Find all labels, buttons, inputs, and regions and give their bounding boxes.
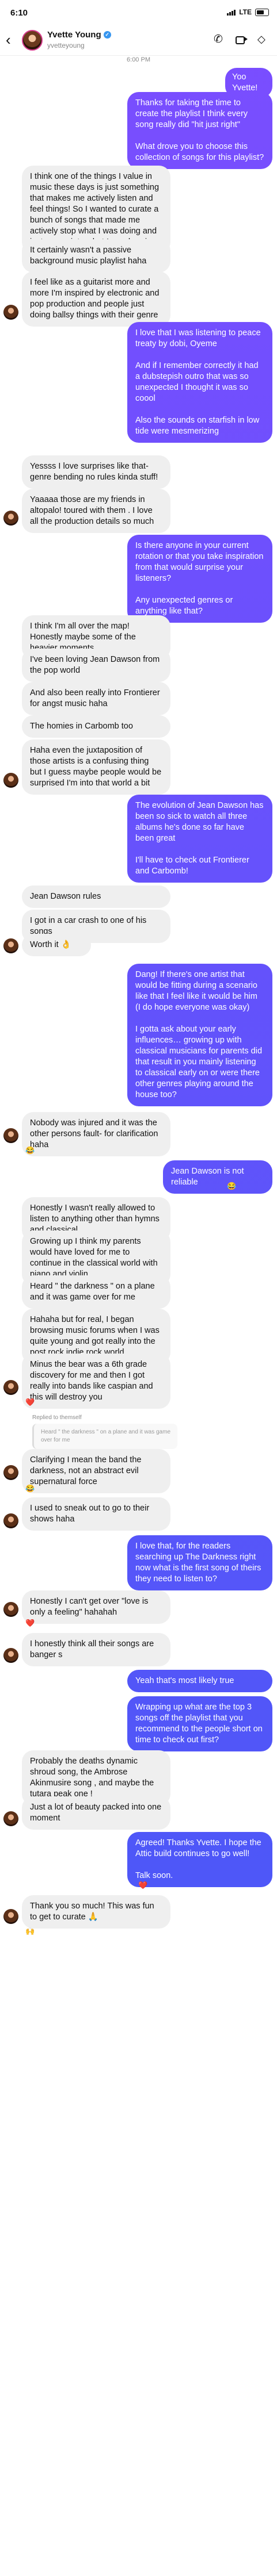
message-incoming[interactable]: I feel like as a guitarist more and more… <box>22 271 170 327</box>
avatar <box>3 1811 18 1826</box>
status-time: 6:10 <box>10 8 28 18</box>
message-incoming[interactable]: Thank you so much! This was fun to get t… <box>22 1895 170 1929</box>
back-icon[interactable]: ‹ <box>6 32 11 47</box>
message-outgoing[interactable]: I love that I was listening to peace tre… <box>127 322 272 443</box>
message-incoming[interactable]: Haha even the juxtaposition of those art… <box>22 739 170 795</box>
avatar <box>3 1648 18 1663</box>
message-incoming[interactable]: Yaaaaa those are my friends in altopalo!… <box>22 489 170 533</box>
message-incoming[interactable]: Just a lot of beauty packed into one mom… <box>22 1796 170 1830</box>
header-actions <box>214 33 269 45</box>
status-bar: 6:10 LTE <box>0 0 277 25</box>
message-incoming[interactable]: Worth it 👌 <box>22 934 91 956</box>
message-incoming[interactable]: Nobody was injured and it was the other … <box>22 1112 170 1156</box>
message-incoming[interactable]: It certainly wasn't a passive background… <box>22 239 170 273</box>
message-outgoing[interactable]: Wrapping up what are the top 3 songs off… <box>127 1696 272 1751</box>
message-incoming[interactable]: Heard " the darkness " on a plane and it… <box>22 1275 170 1309</box>
contact-name: Yvette Young <box>47 30 101 40</box>
reply-quote[interactable]: Heard " the darkness " on a plane and it… <box>32 1424 177 1449</box>
message-outgoing[interactable]: Yeah that's most likely true <box>127 1670 272 1692</box>
message-outgoing[interactable]: Jean Dawson is not reliable <box>163 1160 272 1194</box>
message-outgoing[interactable]: Thanks for taking the time to create the… <box>127 92 272 169</box>
message-incoming[interactable]: Minus the bear was a 6th grade discovery… <box>22 1354 170 1409</box>
signal-icon <box>227 9 236 16</box>
avatar <box>3 1380 18 1395</box>
message-incoming[interactable]: I honestly think all their songs are ban… <box>22 1633 170 1666</box>
message-incoming[interactable]: I've been loving Jean Dawson from the po… <box>22 649 170 682</box>
video-call-icon[interactable] <box>236 33 248 45</box>
contact-username: yvetteyoung <box>47 41 85 49</box>
message-outgoing[interactable]: Dang! If there's one artist that would b… <box>127 964 272 1106</box>
message-incoming[interactable]: Jean Dawson rules <box>22 885 170 908</box>
heart-reaction-icon[interactable]: ❤️ <box>25 1398 35 1406</box>
avatar <box>3 305 18 320</box>
phone-icon[interactable] <box>214 33 225 45</box>
avatar <box>3 1602 18 1617</box>
heart-reaction-icon[interactable]: ❤️ <box>138 1881 147 1889</box>
avatar <box>3 773 18 788</box>
timestamp: 6:00 PM <box>127 56 150 63</box>
laugh-reaction-icon[interactable]: 😂 <box>25 1485 35 1493</box>
message-incoming[interactable]: I used to sneak out to go to their shows… <box>22 1497 170 1531</box>
avatar <box>3 511 18 526</box>
battery-icon <box>255 8 269 16</box>
message-incoming[interactable]: And also been really into Frontierer for… <box>22 682 170 715</box>
avatar <box>3 938 18 953</box>
laugh-reaction-icon[interactable]: 😂 <box>227 1182 236 1190</box>
message-outgoing[interactable]: I love that, for the readers searching u… <box>127 1535 272 1590</box>
avatar <box>3 1465 18 1480</box>
message-outgoing[interactable]: Is there anyone in your current rotation… <box>127 535 272 623</box>
message-incoming[interactable]: Honestly I can't get over "love is only … <box>22 1590 170 1624</box>
laugh-reaction-icon[interactable]: 😂 <box>25 1147 35 1155</box>
message-incoming[interactable]: Clarifying I mean the band the darkness,… <box>22 1449 170 1493</box>
message-outgoing[interactable]: The evolution of Jean Dawson has been so… <box>127 795 272 883</box>
network-label: LTE <box>239 8 252 16</box>
reply-note: Replied to themself <box>32 1414 82 1421</box>
contact-name-row[interactable]: Yvette Young ✓ <box>47 30 111 40</box>
message-incoming[interactable]: The homies in Carbomb too <box>22 715 170 738</box>
verified-badge-icon: ✓ <box>103 31 111 39</box>
avatar <box>3 1513 18 1528</box>
avatar <box>3 1128 18 1143</box>
avatar[interactable] <box>22 30 43 51</box>
clap-reaction-icon[interactable]: 🙌 <box>25 1927 35 1935</box>
system-icons: LTE <box>227 8 269 16</box>
tag-icon[interactable] <box>257 33 269 45</box>
conversation-header: ‹ Yvette Young ✓ yvetteyoung <box>0 25 277 56</box>
heart-reaction-icon[interactable]: ❤️ <box>25 1619 35 1627</box>
avatar <box>3 1909 18 1924</box>
message-outgoing[interactable]: Agreed! Thanks Yvette. I hope the Attic … <box>127 1832 272 1887</box>
message-incoming[interactable]: Yessss I love surprises like that- genre… <box>22 455 170 489</box>
